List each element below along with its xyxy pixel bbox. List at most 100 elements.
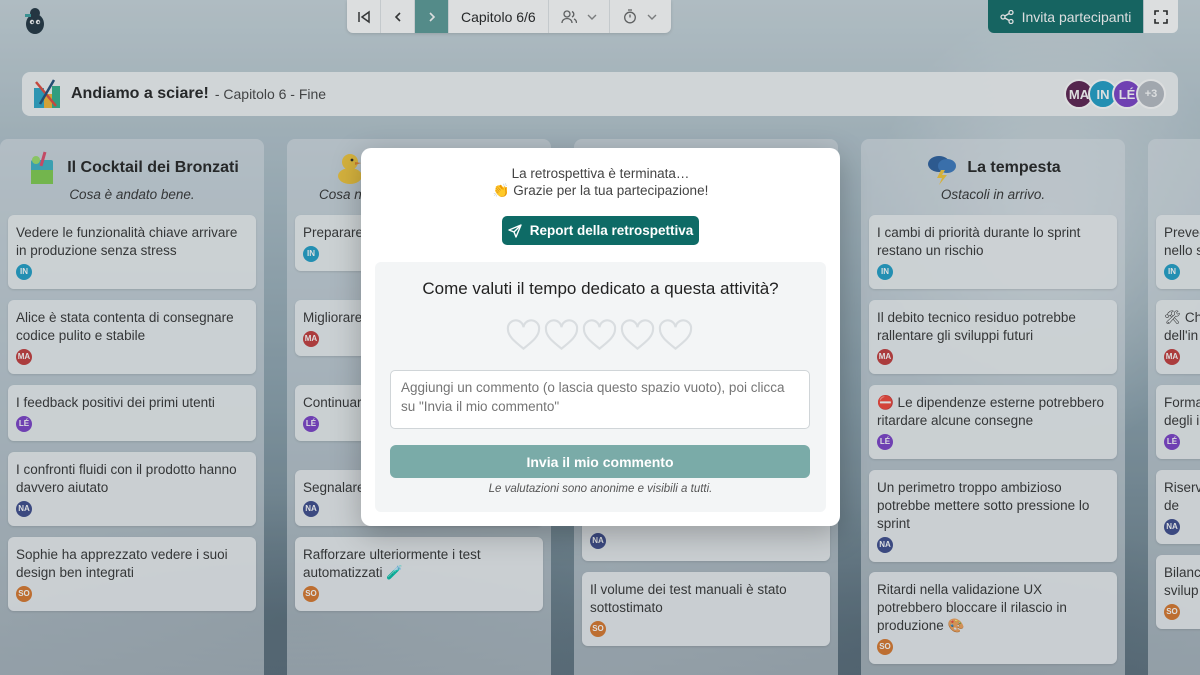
chevron-right-icon [428,11,435,22]
next-chapter-button[interactable] [415,0,449,33]
column-title: Il Cocktail dei Bronzati [67,159,239,176]
fullscreen-button[interactable] [1144,0,1178,33]
retro-card[interactable]: Il volume dei test manuali è stato sotto… [582,572,830,646]
author-badge: IN [16,264,32,280]
storm-cloud-icon [928,156,957,185]
previous-chapter-button[interactable] [381,0,415,33]
column-subtitle: Ostacoli in arrivo. [940,187,1046,202]
card-text: Riserv per de [1164,480,1200,513]
more-participants-badge[interactable]: +3 [1136,79,1166,109]
first-chapter-button[interactable] [347,0,381,33]
author-badge: NA [303,501,319,517]
retro-card[interactable]: Il debito tecnico residuo potrebbe ralle… [869,300,1117,374]
column-went-well: Il Cocktail dei Bronzati Cosa è andato b… [0,139,264,675]
column-partial: Preved nello s IN 🛠 Ch dell'in MA Forma de… [1148,139,1200,675]
timer-icon [624,9,637,24]
retro-card[interactable]: Un perimetro troppo ambizioso potrebbe m… [869,470,1117,562]
heart-icon[interactable] [582,318,617,352]
author-badge: NA [877,537,893,553]
fullscreen-icon [1154,9,1168,24]
card-text: Il debito tecnico residuo potrebbe ralle… [877,310,1076,343]
heart-rating[interactable] [506,318,693,352]
users-icon [561,9,577,23]
author-badge: MA [303,331,319,347]
chevron-left-icon [394,11,401,22]
author-badge: IN [877,264,893,280]
retro-title-bar: Andiamo a sciare! - Capitolo 6 - Fine MA… [22,72,1178,116]
timer-dropdown[interactable] [610,0,671,33]
retro-card[interactable]: Bilanc svilup SO [1156,555,1200,629]
retro-card[interactable]: ⛔ Le dipendenze esterne potrebbero ritar… [869,385,1117,459]
retro-card[interactable]: Vedere le funzionalità chiave arrivare i… [8,215,256,289]
heart-icon[interactable] [658,318,693,352]
author-badge: NA [16,501,32,517]
retro-card[interactable]: Sophie ha apprezzato vedere i suoi desig… [8,537,256,611]
invite-participants-button[interactable]: Invita partecipanti [988,0,1143,33]
heart-icon[interactable] [506,318,541,352]
author-badge: MA [16,349,32,365]
retro-card[interactable]: Ritardi nella validazione UX potrebbero … [869,572,1117,664]
card-text: Bilanc svilup [1164,565,1200,598]
retro-title: Andiamo a sciare! [71,85,209,102]
retro-card[interactable]: I cambi di priorità durante lo sprint re… [869,215,1117,289]
retro-report-button[interactable]: Report della retrospettiva [502,216,699,245]
retro-card[interactable]: Alice è stata contenta di consegnare cod… [8,300,256,374]
author-badge: LÉ [16,416,32,432]
report-label: Report della retrospettiva [529,223,694,238]
chapter-navigation: Capitolo 6/6 [347,0,671,33]
chevron-down-icon [587,14,597,20]
retro-card[interactable]: Forma degli i LÉ [1156,385,1200,459]
card-text: I confronti fluidi con il prodotto hanno… [16,462,237,495]
anonymity-note: Le valutazioni sono anonime e visibili a… [488,483,713,495]
ski-scene-icon [34,79,60,108]
skip-back-icon [357,10,370,23]
app-logo-icon [25,8,44,34]
participant-avatars[interactable]: MA IN LÉ +3 [1064,79,1166,109]
card-text: ⛔ Le dipendenze esterne potrebbero ritar… [877,395,1104,428]
column-title: La tempesta [967,159,1061,176]
retro-card[interactable]: Riserv per de NA [1156,470,1200,544]
author-badge: LÉ [877,434,893,450]
retro-card[interactable]: 🛠 Ch dell'in MA [1156,300,1200,374]
card-text: 🛠 Ch dell'in [1164,310,1200,343]
card-text: Preved nello s [1164,225,1200,258]
share-icon [999,9,1014,24]
card-text: Ritardi nella validazione UX potrebbero … [877,582,1067,633]
card-text: Vedere le funzionalità chiave arrivare i… [16,225,238,258]
rating-panel: Come valuti il tempo dedicato a questa a… [375,262,826,512]
retro-card[interactable]: NA [582,521,830,561]
card-text: Un perimetro troppo ambizioso potrebbe m… [877,480,1090,531]
card-text: I cambi di priorità durante lo sprint re… [877,225,1081,258]
author-badge: SO [303,586,319,602]
heart-icon[interactable] [620,318,655,352]
author-badge: MA [877,349,893,365]
author-badge: MA [1164,349,1180,365]
card-text: Sophie ha apprezzato vedere i suoi desig… [16,547,228,580]
chevron-down-icon [647,14,657,20]
author-badge: SO [16,586,32,602]
retro-ended-text: La retrospettiva è terminata… [511,166,690,181]
heart-icon[interactable] [544,318,579,352]
retro-card[interactable]: I feedback positivi dei primi utenti LÉ [8,385,256,441]
retro-card[interactable]: Preved nello s IN [1156,215,1200,289]
retro-card[interactable]: Rafforzare ulteriormente i test automati… [295,537,543,611]
participants-dropdown[interactable] [549,0,610,33]
column-header: La tempesta [861,139,1125,191]
column-header: Il Cocktail dei Bronzati [0,139,264,191]
invite-label: Invita partecipanti [1021,8,1132,25]
author-badge: NA [590,533,606,549]
retro-card[interactable]: I confronti fluidi con il prodotto hanno… [8,452,256,526]
author-badge: IN [303,246,319,262]
comment-input[interactable] [390,370,810,429]
card-text: Forma degli i [1164,395,1200,428]
retro-end-modal: La retrospettiva è terminata… 👏 Grazie p… [361,148,840,526]
author-badge: NA [1164,519,1180,535]
chapter-indicator: Capitolo 6/6 [449,0,549,33]
column-storm: La tempesta Ostacoli in arrivo. I cambi … [861,139,1125,675]
card-text: I feedback positivi dei primi utenti [16,395,215,410]
card-text: Alice è stata contenta di consegnare cod… [16,310,234,343]
send-comment-button[interactable]: Invia il mio commento [390,445,810,478]
thanks-text: 👏 Grazie per la tua partecipazione! [492,183,709,198]
column-subtitle: Cosa è andato bene. [69,187,195,202]
author-badge: SO [1164,604,1180,620]
